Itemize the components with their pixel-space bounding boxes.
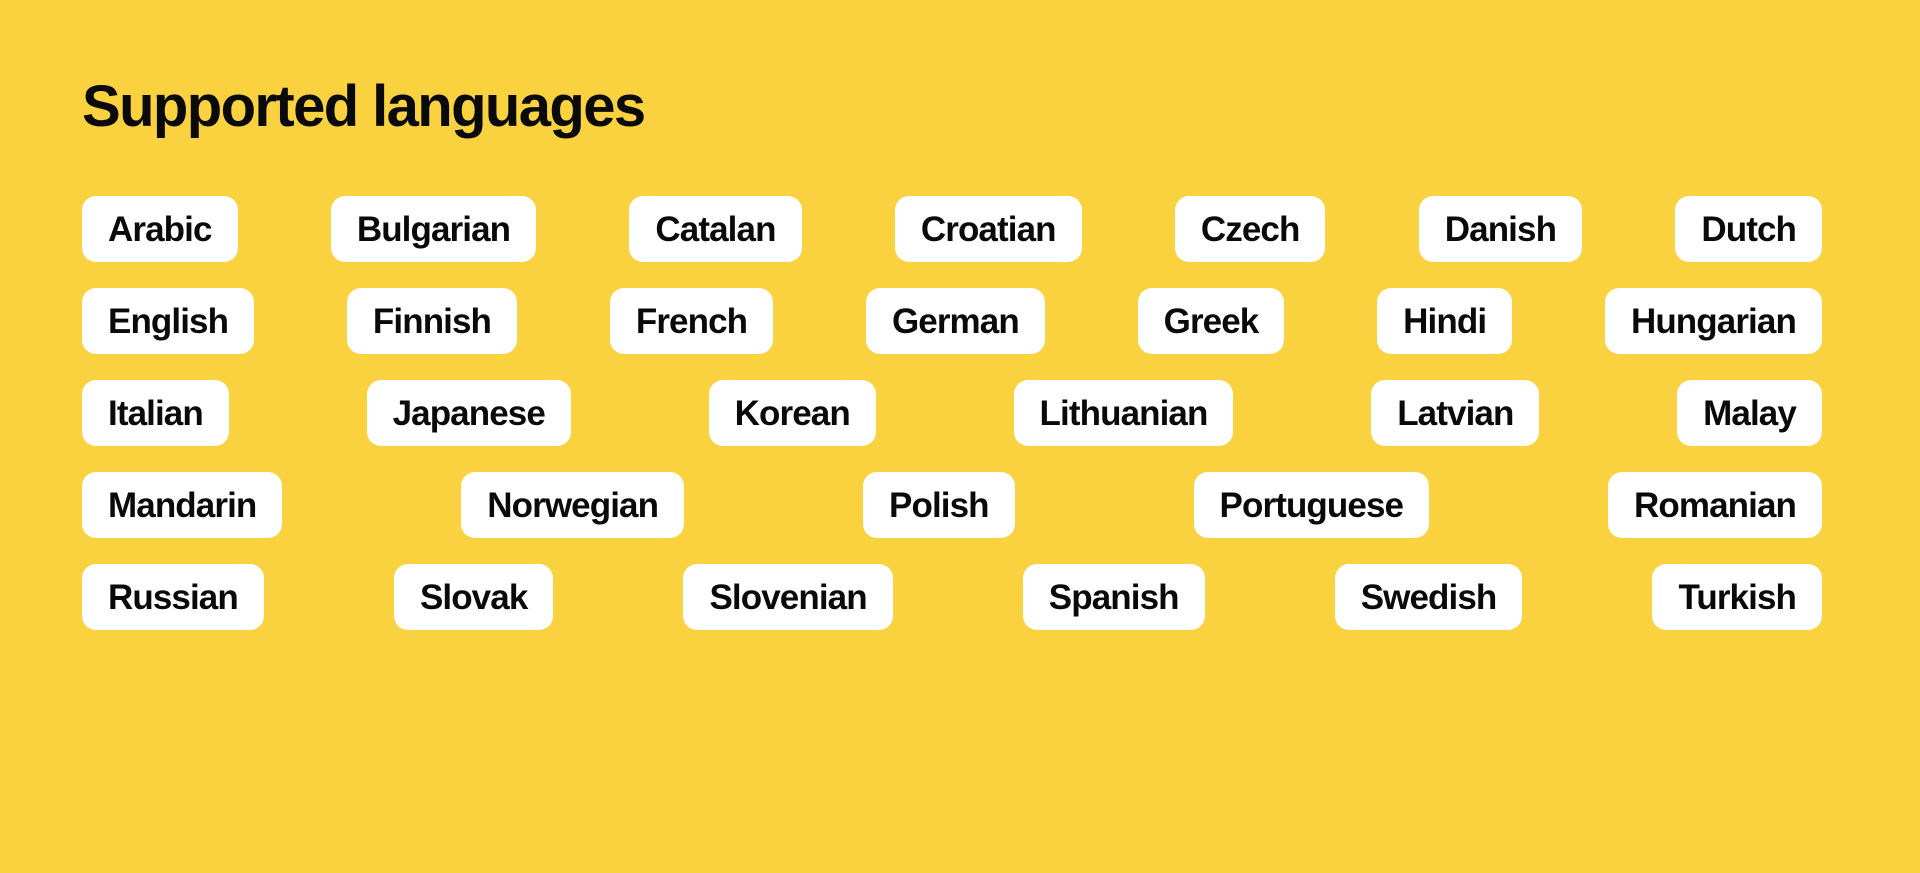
language-pill-label: Norwegian	[487, 485, 659, 525]
language-pill-label: Catalan	[655, 209, 776, 249]
language-pill-label: Japanese	[392, 393, 546, 433]
language-pill-label: German	[891, 301, 1020, 341]
language-pill-label: Malay	[1703, 393, 1797, 433]
language-pill[interactable]: Spanish	[1022, 564, 1205, 630]
language-pill-label: Korean	[734, 393, 851, 433]
language-pill-label: Danish	[1444, 209, 1557, 249]
language-pill[interactable]: Lithuanian	[1013, 380, 1234, 446]
supported-languages-page: Supported languages Arabic Bulgarian Catal…	[0, 0, 1920, 873]
language-pill-label: Slovenian	[709, 577, 867, 617]
language-pill-label: Mandarin	[108, 485, 257, 525]
language-pill[interactable]: Hindi	[1377, 288, 1513, 354]
page-title: Supported languages	[82, 74, 646, 139]
language-pill[interactable]: Malay	[1677, 380, 1822, 446]
language-pill[interactable]: Czech	[1174, 196, 1326, 262]
language-pill[interactable]: Slovak	[393, 564, 554, 630]
language-pill[interactable]: Russian	[82, 564, 264, 630]
language-pill-label: Slovak	[419, 577, 528, 617]
language-pill[interactable]: German	[865, 288, 1045, 354]
language-pill-label: Italian	[108, 393, 204, 433]
language-pill-label: Lithuanian	[1039, 393, 1209, 433]
language-pill[interactable]: Norwegian	[461, 472, 685, 538]
language-pill[interactable]: Latvian	[1371, 380, 1540, 446]
language-pill[interactable]: Mandarin	[82, 472, 283, 538]
language-pill[interactable]: Hungarian	[1604, 288, 1822, 354]
language-pill-row: Italian Japanese Korean Lithuanian Latvian Ma…	[82, 380, 1822, 446]
language-pill[interactable]: French	[609, 288, 774, 354]
language-pill[interactable]: Slovenian	[683, 564, 893, 630]
language-pill-row: Arabic Bulgarian Catalan Croatian Czech Danis…	[82, 196, 1822, 262]
language-pill[interactable]: Dutch	[1675, 196, 1822, 262]
language-pill-label: English	[108, 301, 229, 341]
language-pill-label: Arabic	[108, 209, 212, 249]
language-pill[interactable]: Greek	[1137, 288, 1285, 354]
language-pill[interactable]: Swedish	[1334, 564, 1523, 630]
language-pill[interactable]: Catalan	[629, 196, 802, 262]
language-pill[interactable]: Portuguese	[1193, 472, 1430, 538]
language-pill-label: Polish	[889, 485, 990, 525]
language-pill-label: Russian	[108, 577, 239, 617]
language-pill-label: Hindi	[1403, 301, 1487, 341]
language-pill-label: Turkish	[1678, 577, 1796, 617]
language-pill[interactable]: Polish	[863, 472, 1015, 538]
language-pill[interactable]: Arabic	[82, 196, 238, 262]
language-pill-label: Croatian	[920, 209, 1057, 249]
language-pill-label: Latvian	[1397, 393, 1514, 433]
language-pill[interactable]: Finnish	[346, 288, 518, 354]
language-pill-label: Spanish	[1048, 577, 1180, 617]
language-pill[interactable]: Croatian	[894, 196, 1082, 262]
language-pill-label: Hungarian	[1630, 301, 1797, 341]
language-pill[interactable]: Danish	[1418, 196, 1583, 262]
language-pill-label: Romanian	[1634, 485, 1797, 525]
language-pill-label: Greek	[1163, 301, 1260, 341]
language-pill-row: Mandarin Norwegian Polish Portuguese Romania…	[82, 472, 1822, 538]
language-pill-row: English Finnish French German Greek Hindi Hung…	[82, 288, 1822, 354]
language-pill-label: Swedish	[1360, 577, 1498, 617]
language-pill-label: French	[635, 301, 748, 341]
language-pill-grid: Arabic Bulgarian Catalan Croatian Czech Danis…	[82, 196, 1822, 630]
language-pill[interactable]: Romanian	[1608, 472, 1822, 538]
language-pill[interactable]: Japanese	[366, 380, 571, 446]
language-pill[interactable]: Bulgarian	[330, 196, 537, 262]
language-pill-label: Dutch	[1701, 209, 1797, 249]
language-pill-label: Portuguese	[1219, 485, 1404, 525]
language-pill-row: Russian Slovak Slovenian Spanish Swedish Turk…	[82, 564, 1822, 630]
language-pill[interactable]: Korean	[708, 380, 876, 446]
language-pill-label: Finnish	[372, 301, 492, 341]
language-pill[interactable]: English	[82, 288, 255, 354]
language-pill-label: Czech	[1200, 209, 1300, 249]
language-pill[interactable]: Turkish	[1652, 564, 1822, 630]
language-pill[interactable]: Italian	[82, 380, 229, 446]
language-pill-label: Bulgarian	[356, 209, 511, 249]
